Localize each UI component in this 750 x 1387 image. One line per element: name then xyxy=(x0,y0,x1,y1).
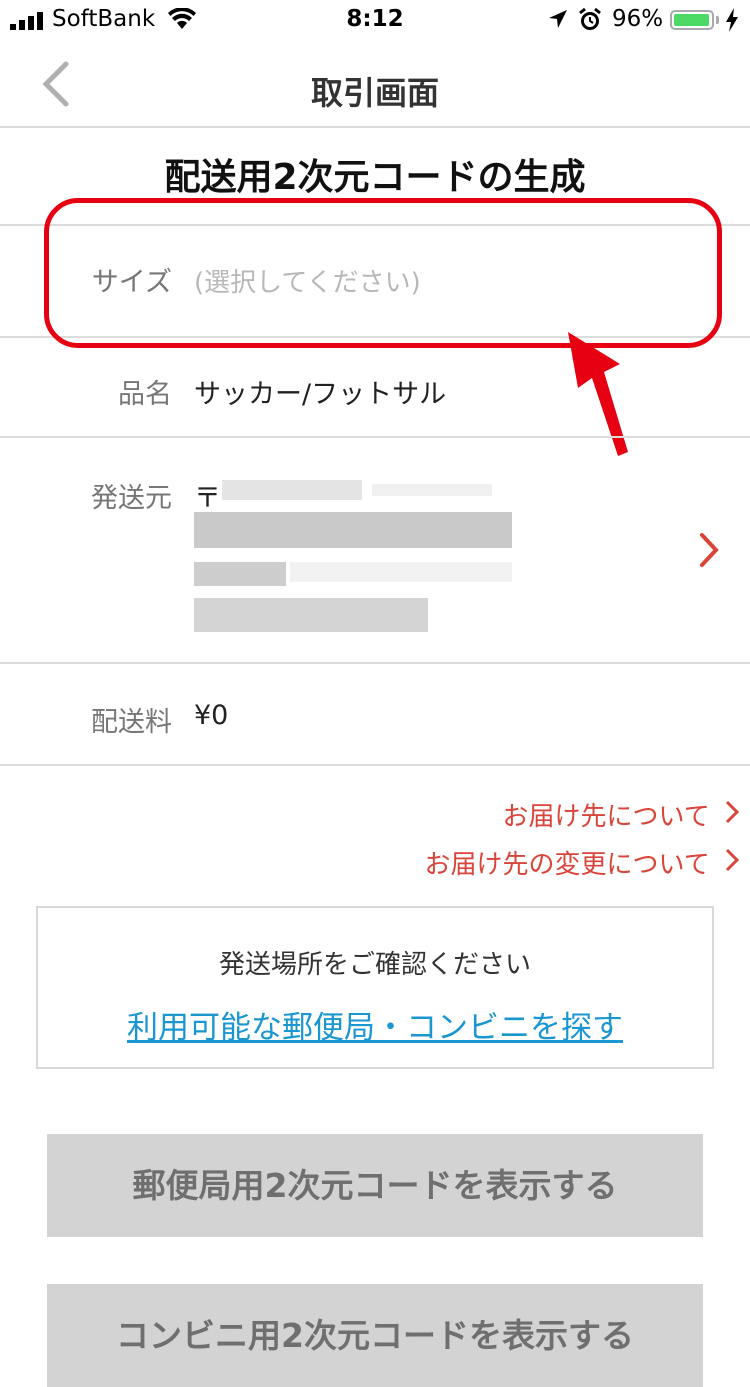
section-title: 配送用2次元コードの生成 xyxy=(164,157,586,198)
about-destination-link[interactable]: お届け先について xyxy=(503,796,741,833)
sender-label: 発送元 xyxy=(91,483,172,514)
highlight-annotation xyxy=(44,198,722,348)
about-destination-label: お届け先について xyxy=(502,802,710,832)
location-icon xyxy=(549,10,567,28)
divider xyxy=(0,764,750,766)
battery-cap xyxy=(716,16,719,24)
shipping-fee-value: ¥0 xyxy=(194,700,229,731)
alarm-icon xyxy=(579,7,601,30)
nav-bar: 取引画面 xyxy=(0,40,750,128)
shipping-location-box: 発送場所をご確認ください 利用可能な郵便局・コンビニを探す xyxy=(36,906,714,1069)
divider xyxy=(0,662,750,664)
sender-address-row[interactable]: 発送元 〒 xyxy=(0,438,750,662)
change-destination-label: お届け先の変更について xyxy=(424,850,710,880)
change-destination-link[interactable]: お届け先の変更について xyxy=(425,844,741,881)
redacted-name xyxy=(194,598,428,632)
item-name-label: 品名 xyxy=(118,379,172,410)
confirm-message: 発送場所をご確認ください xyxy=(218,950,531,980)
redacted-postal-code xyxy=(222,480,362,500)
redacted-address-line xyxy=(194,512,512,548)
post-office-code-button[interactable]: 郵便局用2次元コードを表示する xyxy=(47,1134,703,1237)
chevron-right-icon xyxy=(700,533,719,567)
chevron-right-icon xyxy=(725,848,740,872)
find-locations-link[interactable]: 利用可能な郵便局・コンビニを探す xyxy=(38,1002,712,1047)
shipping-fee-label: 配送料 xyxy=(91,707,172,738)
redacted-address-line xyxy=(290,562,512,582)
page-title: 取引画面 xyxy=(310,74,439,112)
chevron-right-icon xyxy=(725,800,740,824)
redacted-address-line xyxy=(194,562,286,586)
redacted-text xyxy=(372,484,492,496)
battery-percent: 96% xyxy=(612,6,664,32)
charging-icon xyxy=(726,8,738,32)
convenience-store-code-button[interactable]: コンビニ用2次元コードを表示する xyxy=(47,1284,703,1387)
sender-postal-mark: 〒 xyxy=(194,483,221,514)
battery-icon xyxy=(670,10,714,30)
status-bar: SoftBank 8:12 96% xyxy=(0,0,750,40)
item-name-value: サッカー/フットサル xyxy=(194,379,447,410)
battery-level xyxy=(674,14,709,26)
